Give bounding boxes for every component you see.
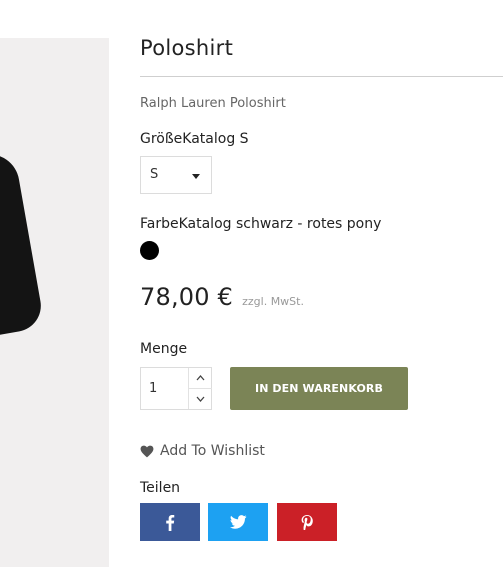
quantity-stepper — [140, 367, 212, 410]
size-selected-value: S — [150, 167, 159, 182]
title-divider — [140, 76, 503, 77]
heart-icon — [140, 445, 154, 457]
size-label: GrößeKatalog S — [140, 131, 249, 147]
product-subtitle: Ralph Lauren Poloshirt — [140, 96, 286, 111]
chevron-up-icon — [196, 375, 205, 381]
color-swatch-black[interactable] — [140, 241, 159, 260]
share-label: Teilen — [140, 480, 181, 496]
quantity-label: Menge — [140, 341, 188, 357]
caret-down-icon — [192, 174, 200, 179]
size-select[interactable]: S — [140, 156, 212, 194]
share-pinterest-button[interactable] — [277, 503, 337, 541]
color-label: FarbeKatalog schwarz - rotes pony — [140, 216, 382, 232]
twitter-icon — [229, 515, 247, 529]
price-row: 78,00 € zzgl. MwSt. — [140, 283, 304, 311]
add-to-wishlist-link[interactable]: Add To Wishlist — [140, 443, 265, 459]
wishlist-label: Add To Wishlist — [160, 443, 265, 459]
facebook-icon — [166, 514, 175, 531]
product-image[interactable] — [0, 38, 109, 567]
pinterest-icon — [301, 515, 313, 530]
tax-note: zzgl. MwSt. — [242, 295, 304, 308]
quantity-input[interactable] — [141, 368, 187, 409]
chevron-down-icon — [196, 396, 205, 402]
share-twitter-button[interactable] — [208, 503, 268, 541]
add-to-cart-button[interactable]: IN DEN WARENKORB — [230, 367, 408, 410]
share-facebook-button[interactable] — [140, 503, 200, 541]
shirt-image-fragment — [0, 149, 45, 343]
quantity-increase-button[interactable] — [189, 368, 212, 388]
quantity-decrease-button[interactable] — [189, 389, 212, 409]
product-title: Poloshirt — [140, 36, 234, 60]
product-price: 78,00 € — [140, 283, 234, 311]
